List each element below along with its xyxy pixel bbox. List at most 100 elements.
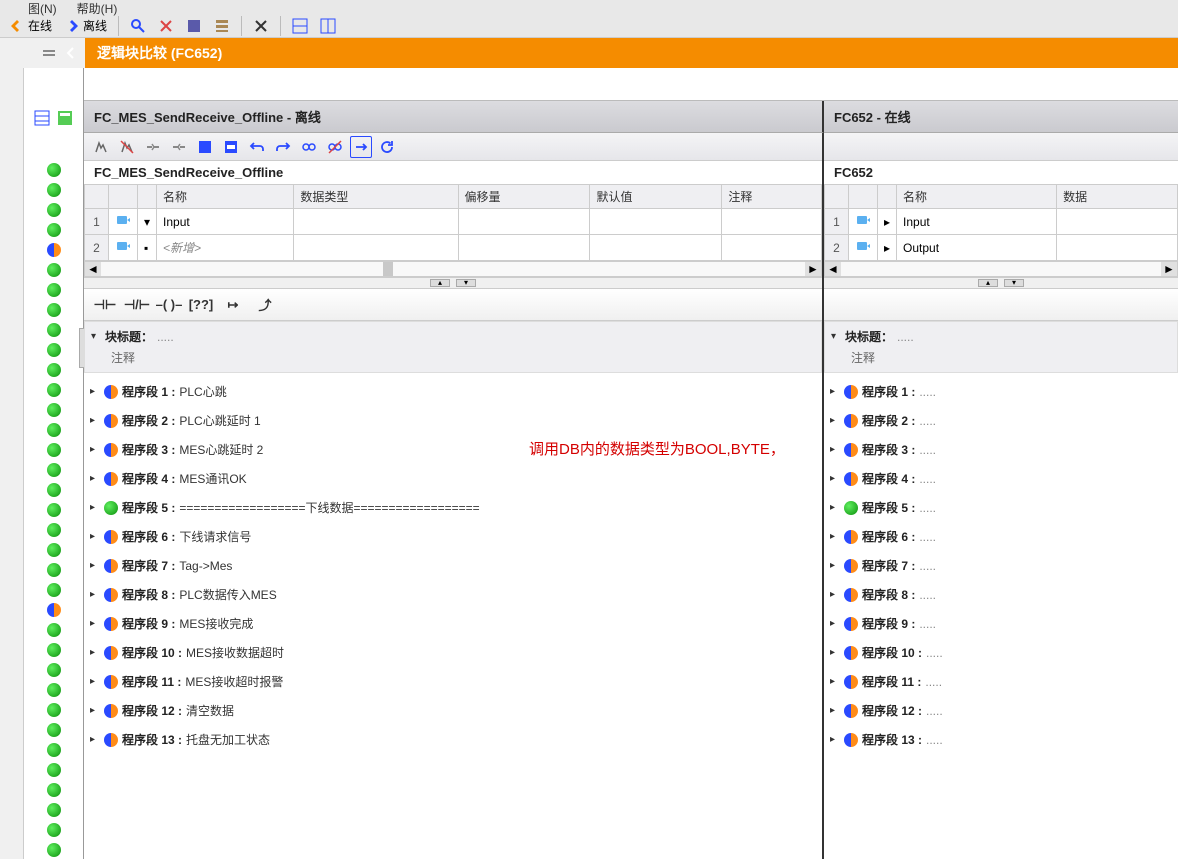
chevron-left-icon[interactable]: [63, 45, 79, 61]
network-row[interactable]: ▸程序段 5 : ==================下线数据=========…: [84, 493, 822, 522]
status-dot[interactable]: [47, 243, 61, 257]
network-row[interactable]: ▸程序段 4 : .....: [824, 464, 1178, 493]
var-name[interactable]: <新增>: [157, 235, 294, 261]
col-dtype[interactable]: 数据类型: [294, 185, 458, 209]
status-dot[interactable]: [47, 683, 61, 697]
var-row[interactable]: 2▪<新增>: [85, 235, 822, 261]
expand-icon[interactable]: ▸: [830, 618, 840, 629]
network-row[interactable]: ▸程序段 7 : .....: [824, 551, 1178, 580]
network-row[interactable]: ▸程序段 10 : .....: [824, 638, 1178, 667]
et-btn-2[interactable]: [116, 136, 138, 158]
var-name[interactable]: Input: [897, 209, 1057, 235]
expand-icon[interactable]: ▸: [90, 473, 100, 484]
status-dot[interactable]: [47, 563, 61, 577]
menu-item[interactable]: 帮助(H): [77, 0, 118, 14]
toolbar-btn-4[interactable]: [211, 16, 233, 36]
col-comment[interactable]: 注释: [722, 185, 822, 209]
network-row[interactable]: ▸程序段 13 : 托盘无加工状态: [84, 725, 822, 754]
status-dot[interactable]: [47, 643, 61, 657]
et-btn-link1[interactable]: [298, 136, 320, 158]
network-row[interactable]: ▸程序段 2 : PLC心跳延时 1: [84, 406, 822, 435]
network-row[interactable]: ▸程序段 9 : MES接收完成: [84, 609, 822, 638]
et-btn-redo[interactable]: [272, 136, 294, 158]
expand-icon[interactable]: ▸: [830, 444, 840, 455]
expand-icon[interactable]: ▸: [830, 386, 840, 397]
network-row[interactable]: ▸程序段 7 : Tag->Mes: [84, 551, 822, 580]
col-default[interactable]: 默认值: [590, 185, 722, 209]
network-row[interactable]: ▸程序段 3 : .....: [824, 435, 1178, 464]
toolbar-btn-2[interactable]: [155, 16, 177, 36]
expand-icon[interactable]: ▸: [830, 473, 840, 484]
status-dot[interactable]: [47, 843, 61, 857]
expand-icon[interactable]: ▸: [90, 618, 100, 629]
scroll-right-icon[interactable]: ►: [805, 262, 821, 276]
network-row[interactable]: ▸程序段 13 : .....: [824, 725, 1178, 754]
expand-icon[interactable]: ▸: [830, 531, 840, 542]
var-name[interactable]: Input: [157, 209, 294, 235]
expand-icon[interactable]: ▸: [830, 734, 840, 745]
network-row[interactable]: ▸程序段 1 : .....: [824, 377, 1178, 406]
et-btn-5[interactable]: [194, 136, 216, 158]
et-btn-1[interactable]: [90, 136, 112, 158]
status-dot[interactable]: [47, 763, 61, 777]
expand-icon[interactable]: ▸: [830, 705, 840, 716]
network-row[interactable]: ▸程序段 4 : MES通讯OK: [84, 464, 822, 493]
et-btn-goto[interactable]: [350, 136, 372, 158]
status-dot[interactable]: [47, 663, 61, 677]
status-dot[interactable]: [47, 523, 61, 537]
lad-coil[interactable]: –( )–: [154, 292, 184, 318]
var-name[interactable]: Output: [897, 235, 1057, 261]
var-row[interactable]: 1▸Input: [825, 209, 1178, 235]
network-row[interactable]: ▸程序段 1 : PLC心跳: [84, 377, 822, 406]
toolbar-btn-3[interactable]: [183, 16, 205, 36]
table-view-icon[interactable]: [34, 110, 50, 126]
status-dot[interactable]: [47, 283, 61, 297]
status-dot[interactable]: [47, 543, 61, 557]
status-dot[interactable]: [47, 443, 61, 457]
status-dot[interactable]: [47, 483, 61, 497]
network-row[interactable]: ▸程序段 5 : .....: [824, 493, 1178, 522]
status-dot[interactable]: [47, 303, 61, 317]
status-dot[interactable]: [47, 503, 61, 517]
expand-icon[interactable]: ▸: [90, 444, 100, 455]
status-dot[interactable]: [47, 723, 61, 737]
block-title-section[interactable]: ▾ 块标题： ..... 注释: [824, 321, 1178, 373]
expand-icon[interactable]: ▸: [90, 734, 100, 745]
collapse-icon[interactable]: ▾: [91, 331, 101, 342]
block-title-section[interactable]: ▾ 块标题： ..... 注释: [84, 321, 822, 373]
expand-icon[interactable]: ▸: [90, 531, 100, 542]
status-dot[interactable]: [47, 203, 61, 217]
splitter[interactable]: ▴▾: [824, 277, 1178, 289]
expand-icon[interactable]: ▸: [830, 560, 840, 571]
layout-btn-1[interactable]: [289, 16, 311, 36]
collapse-icon[interactable]: ▾: [831, 331, 841, 342]
status-dot[interactable]: [47, 423, 61, 437]
expand-icon[interactable]: ▸: [830, 589, 840, 600]
et-btn-refresh[interactable]: [376, 136, 398, 158]
et-btn-6[interactable]: [220, 136, 242, 158]
menu-item[interactable]: 图(N): [28, 0, 57, 14]
expand-icon[interactable]: ▸: [90, 589, 100, 600]
go-offline-button[interactable]: 离线: [61, 15, 110, 36]
lad-contact-no[interactable]: ⊣⊢: [90, 292, 120, 318]
network-row[interactable]: ▸程序段 6 : 下线请求信号: [84, 522, 822, 551]
scroll-left-icon[interactable]: ◄: [85, 262, 101, 276]
network-row[interactable]: ▸程序段 6 : .....: [824, 522, 1178, 551]
expand-icon[interactable]: ▸: [90, 705, 100, 716]
expand-icon[interactable]: ▾: [138, 209, 157, 235]
expand-icon[interactable]: ▸: [90, 502, 100, 513]
network-row[interactable]: ▸程序段 10 : MES接收数据超时: [84, 638, 822, 667]
status-dot[interactable]: [47, 163, 61, 177]
expand-icon[interactable]: ▸: [90, 676, 100, 687]
status-dot[interactable]: [47, 603, 61, 617]
et-btn-link2[interactable]: [324, 136, 346, 158]
et-btn-3[interactable]: [142, 136, 164, 158]
col-dtype[interactable]: 数据: [1057, 185, 1178, 209]
lad-contact-nc[interactable]: ⊣/⊢: [122, 292, 152, 318]
expand-icon[interactable]: ▸: [830, 647, 840, 658]
expand-icon[interactable]: ▸: [830, 676, 840, 687]
et-btn-undo[interactable]: [246, 136, 268, 158]
scroll-right-icon[interactable]: ►: [1161, 262, 1177, 276]
var-row[interactable]: 1▾Input: [85, 209, 822, 235]
network-row[interactable]: ▸程序段 2 : .....: [824, 406, 1178, 435]
